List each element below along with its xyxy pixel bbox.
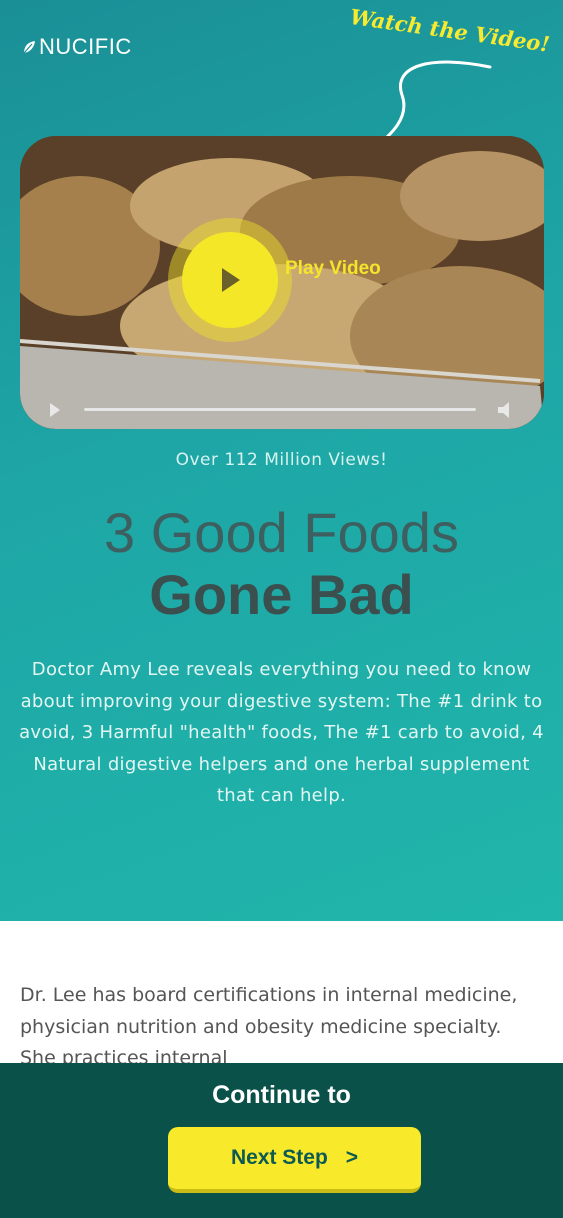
next-step-button[interactable]: Next Step > (168, 1127, 421, 1193)
headline-line-2: Gone Bad (149, 563, 414, 626)
nucific-logo[interactable]: NUCIFIC (22, 34, 132, 60)
logo-text: NUCIFIC (39, 34, 132, 59)
bio-paragraph: Dr. Lee has board certifications in inte… (20, 984, 518, 1069)
chevron-right-icon: > (345, 1146, 359, 1169)
next-step-label: Next Step (230, 1146, 328, 1169)
play-control-icon (50, 403, 60, 417)
continue-text: Continue to (212, 1081, 351, 1109)
video-description: Doctor Amy Lee reveals everything you ne… (19, 659, 544, 806)
video-player[interactable]: Play Video (20, 136, 544, 429)
watch-video-callout: Watch the Video! (348, 4, 552, 57)
views-count: Over 112 Million Views! (175, 450, 388, 470)
leaf-icon (23, 41, 35, 54)
sticky-cta-bar: Continue to Next Step > (0, 1063, 563, 1218)
progress-bar (84, 408, 476, 411)
play-icon (222, 268, 240, 292)
play-button[interactable] (168, 218, 292, 342)
video-controls (50, 402, 509, 418)
play-video-label[interactable]: Play Video (285, 258, 381, 280)
hero-section: NUCIFIC Watch the Video! Play Video Over… (0, 0, 563, 921)
volume-icon (498, 402, 509, 418)
headline-line-1: 3 Good Foods (104, 501, 459, 564)
